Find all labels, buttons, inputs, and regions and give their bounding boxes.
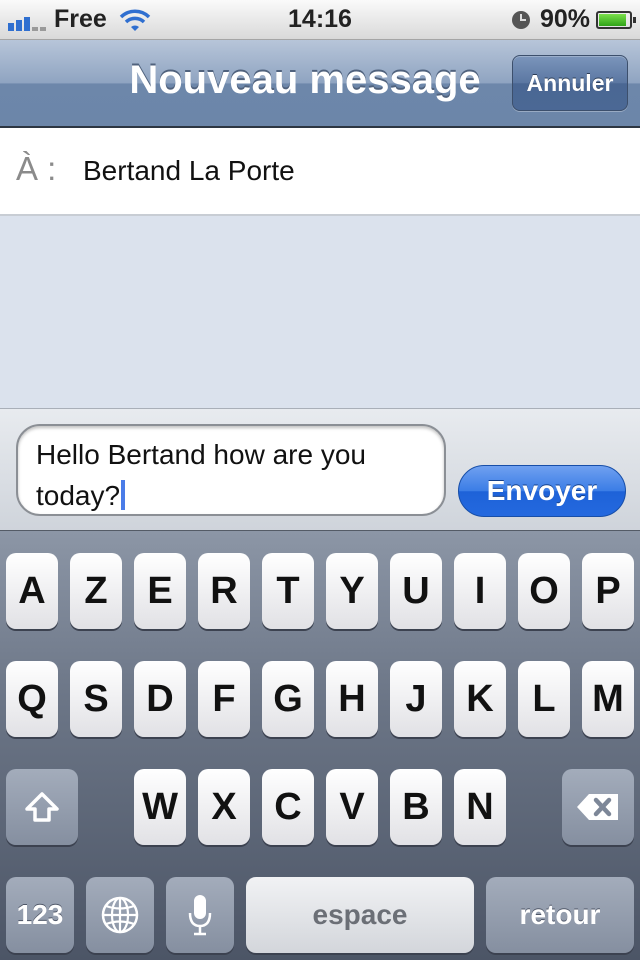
numbers-key[interactable]: 123 <box>6 877 74 953</box>
battery-percent: 90% <box>539 5 590 33</box>
key-d[interactable]: D <box>134 661 186 737</box>
compose-bar: Hello Bertand how are you today? Envoyer <box>0 408 640 530</box>
key-k[interactable]: K <box>454 661 506 737</box>
carrier-name: Free <box>54 5 107 33</box>
key-l[interactable]: L <box>518 661 570 737</box>
message-input[interactable]: Hello Bertand how are you today? <box>16 424 446 516</box>
key-r[interactable]: R <box>198 553 250 629</box>
key-e[interactable]: E <box>134 553 186 629</box>
key-u[interactable]: U <box>390 553 442 629</box>
status-right: 90% <box>511 5 636 34</box>
backspace-icon <box>577 794 618 820</box>
status-left: Free <box>8 5 151 34</box>
microphone-icon <box>188 895 212 936</box>
key-i[interactable]: I <box>454 553 506 629</box>
message-text: Hello Bertand how are you today? <box>36 439 366 511</box>
recipient-label: À : <box>16 150 57 187</box>
key-y[interactable]: Y <box>326 553 378 629</box>
key-q[interactable]: Q <box>6 661 58 737</box>
navigation-bar: Nouveau message Annuler <box>0 40 640 128</box>
key-b[interactable]: B <box>390 769 442 845</box>
cancel-button[interactable]: Annuler <box>512 55 628 111</box>
battery-icon <box>596 10 636 29</box>
key-g[interactable]: G <box>262 661 314 737</box>
key-v[interactable]: V <box>326 769 378 845</box>
wifi-icon <box>119 8 151 32</box>
text-cursor <box>121 480 126 510</box>
signal-bars-icon <box>8 9 48 31</box>
delete-key[interactable] <box>562 769 634 845</box>
globe-key[interactable] <box>86 877 154 953</box>
key-m[interactable]: M <box>582 661 634 737</box>
key-a[interactable]: A <box>6 553 58 629</box>
key-n[interactable]: N <box>454 769 506 845</box>
key-z[interactable]: Z <box>70 553 122 629</box>
key-s[interactable]: S <box>70 661 122 737</box>
key-x[interactable]: X <box>198 769 250 845</box>
return-key[interactable]: retour <box>486 877 634 953</box>
shift-arrow-icon <box>25 792 59 822</box>
message-thread-area <box>0 216 640 408</box>
key-w[interactable]: W <box>134 769 186 845</box>
key-o[interactable]: O <box>518 553 570 629</box>
recipient-name[interactable]: Bertand La Porte <box>83 155 295 187</box>
alarm-clock-icon <box>511 10 530 29</box>
key-t[interactable]: T <box>262 553 314 629</box>
globe-icon <box>101 896 139 934</box>
keyboard: AZERTYUIOP QSDFGHJKLM WXCVBN 123 espace <box>0 530 640 960</box>
status-bar: Free 14:16 90% <box>0 0 640 40</box>
microphone-key[interactable] <box>166 877 234 953</box>
battery-fill <box>599 13 626 26</box>
space-key[interactable]: espace <box>246 877 474 953</box>
key-h[interactable]: H <box>326 661 378 737</box>
key-f[interactable]: F <box>198 661 250 737</box>
key-c[interactable]: C <box>262 769 314 845</box>
send-button[interactable]: Envoyer <box>458 465 626 517</box>
shift-key[interactable] <box>6 769 78 845</box>
key-j[interactable]: J <box>390 661 442 737</box>
key-p[interactable]: P <box>582 553 634 629</box>
recipient-field[interactable]: À : Bertand La Porte <box>0 128 640 216</box>
